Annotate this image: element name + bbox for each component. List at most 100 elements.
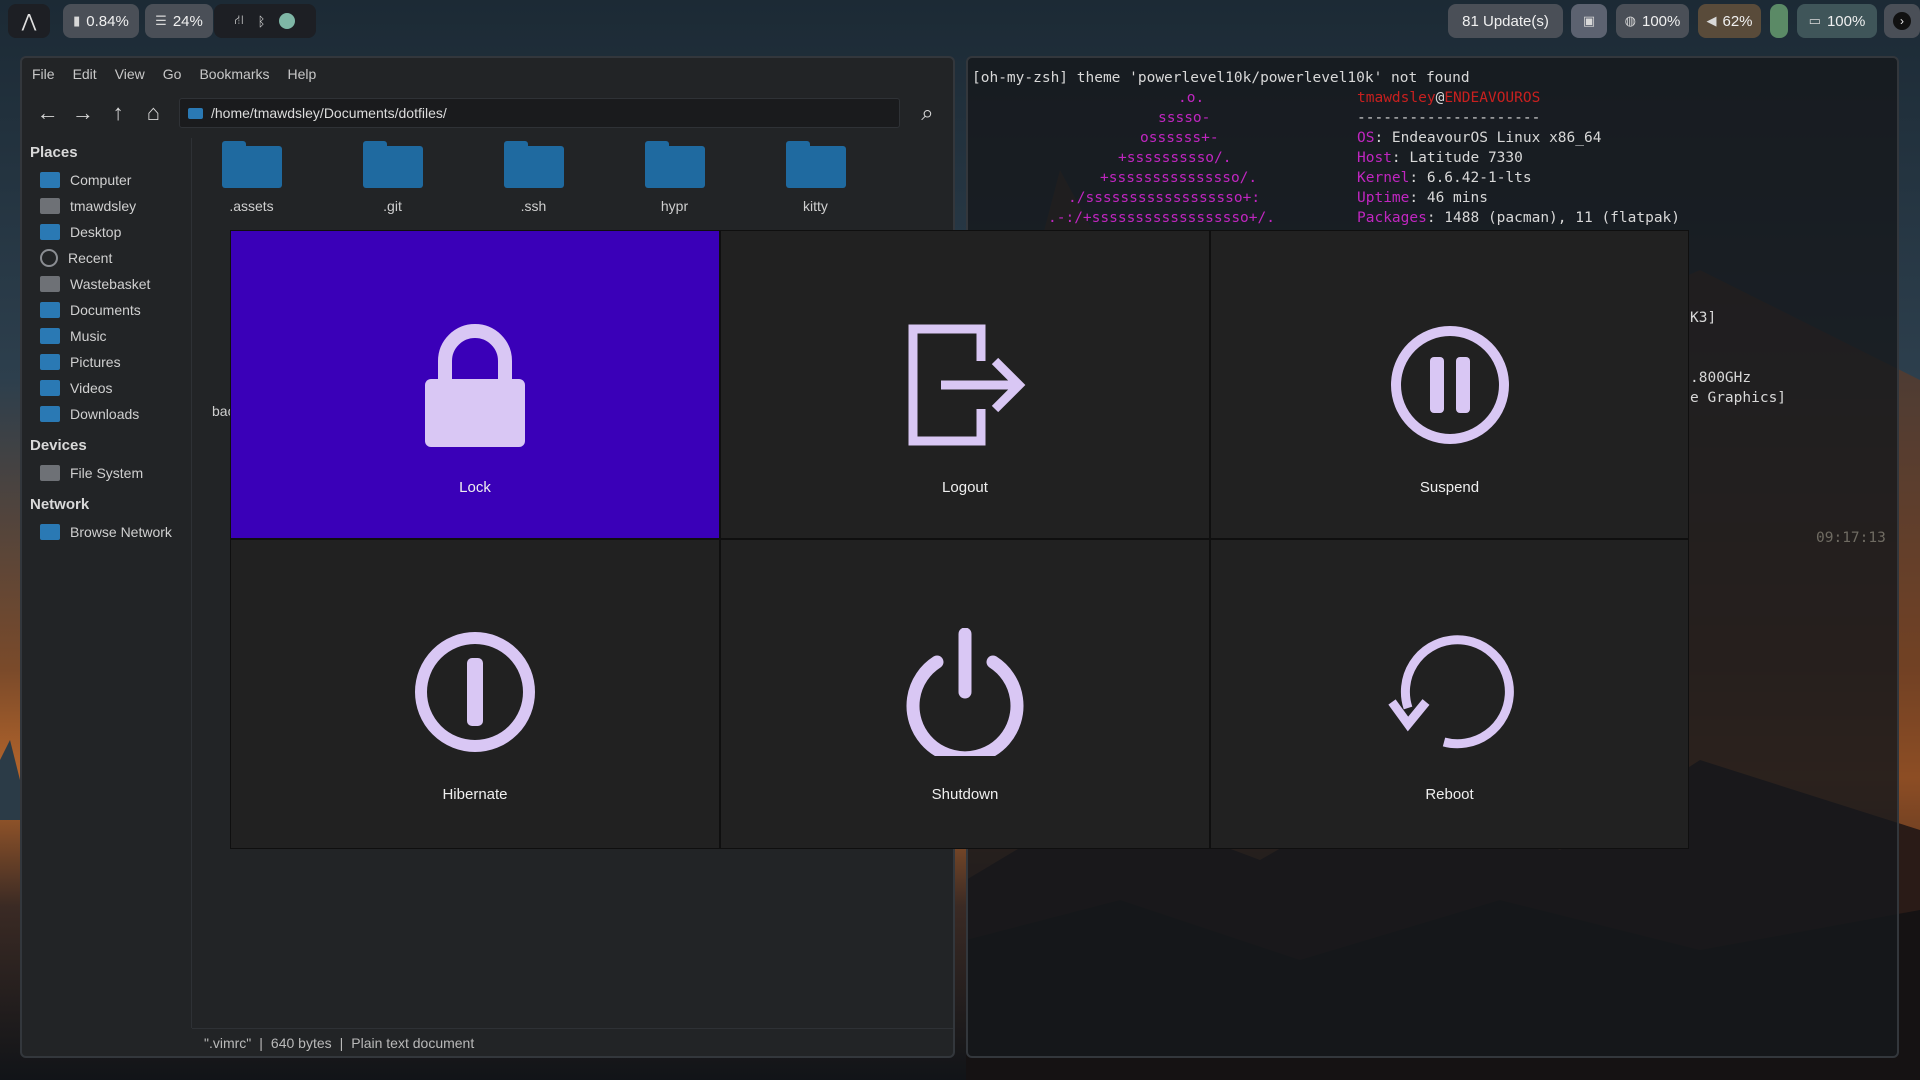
app-tray-icon[interactable] <box>279 13 296 29</box>
option-label: Reboot <box>1425 786 1474 803</box>
sidebar-item-music[interactable]: Music <box>22 323 191 349</box>
fetch-value: : 1488 (pacman), 11 (flatpak) <box>1426 210 1681 226</box>
sidebar-item-label: Recent <box>68 250 113 266</box>
status-separator: | <box>259 1034 263 1051</box>
pictures-folder-icon <box>40 354 60 370</box>
launcher-button[interactable]: ⋀ <box>8 4 50 38</box>
folder-icon <box>362 141 423 188</box>
battery-value: 100% <box>1826 12 1866 30</box>
forward-button[interactable]: → <box>65 96 100 130</box>
logo-line: sssso- <box>1158 110 1211 126</box>
logout-option[interactable]: Logout <box>720 230 1210 539</box>
fetch-kernel: Kernel: 6.6.42-1-lts <box>1357 170 1532 186</box>
clock-icon <box>40 249 58 267</box>
sidebar-item-documents[interactable]: Documents <box>22 297 191 323</box>
sidebar-item-label: Browse Network <box>70 524 172 540</box>
power-menu-button[interactable]: › <box>1884 4 1920 38</box>
updates-widget[interactable]: 81 Update(s) <box>1448 4 1563 38</box>
status-indicator[interactable] <box>1770 4 1788 38</box>
shutdown-option[interactable]: Shutdown <box>720 539 1210 849</box>
network-icon[interactable]: ⛙ <box>235 12 244 30</box>
fetch-host: Host: Latitude 7330 <box>1357 150 1523 166</box>
network-folder-icon <box>40 524 60 540</box>
fetch-value: : 46 mins <box>1409 190 1488 206</box>
file-item[interactable]: kitty <box>766 141 865 214</box>
menu-help[interactable]: Help <box>288 66 317 82</box>
cpu-widget[interactable]: ▮ 0.84% <box>63 4 139 38</box>
fetch-key: Uptime <box>1357 190 1410 206</box>
menu-go[interactable]: Go <box>163 66 182 82</box>
memory-value: 24% <box>172 12 203 30</box>
fetch-value: : EndeavourOS Linux x86_64 <box>1374 130 1602 146</box>
up-button[interactable]: ↑ <box>101 96 136 130</box>
fetch-uptime: Uptime: 46 mins <box>1357 190 1488 206</box>
menu-edit[interactable]: Edit <box>73 66 97 82</box>
volume-widget[interactable]: ◀ 62% <box>1698 4 1761 38</box>
section-network: Network <box>30 496 90 513</box>
updates-value: 81 Update(s) <box>1462 12 1549 30</box>
sidebar-item-wastebasket[interactable]: Wastebasket <box>22 271 191 297</box>
sidebar-item-label: Desktop <box>70 224 122 240</box>
location-bar[interactable]: /home/tmawdsley/Documents/dotfiles/ <box>179 98 900 128</box>
file-item[interactable]: .ssh <box>484 141 583 214</box>
option-label: Lock <box>459 479 491 496</box>
sidebar-item-desktop[interactable]: Desktop <box>22 219 191 245</box>
videos-folder-icon <box>40 380 60 396</box>
screenshot-widget[interactable]: ▣ <box>1571 4 1607 38</box>
hibernate-option[interactable]: Hibernate <box>230 539 720 849</box>
memory-widget[interactable]: ☰ 24% <box>145 4 213 38</box>
option-label: Shutdown <box>931 786 999 803</box>
sidebar-item-downloads[interactable]: Downloads <box>22 401 191 427</box>
sidebar-item-filesystem[interactable]: File System <box>22 460 191 486</box>
sidebar-item-pictures[interactable]: Pictures <box>22 349 191 375</box>
status-file-type: Plain text document <box>351 1034 475 1051</box>
computer-icon <box>40 172 60 188</box>
file-label: hypr <box>660 198 689 214</box>
speaker-icon: ◀ <box>1706 13 1717 28</box>
terminal-clock: 09:17:13 <box>1816 530 1886 546</box>
fetch-key: Packages <box>1357 210 1427 226</box>
suspend-option[interactable]: Suspend <box>1210 230 1689 539</box>
bluetooth-icon[interactable]: ᛒ <box>258 14 266 29</box>
file-item[interactable]: .git <box>343 141 442 214</box>
sidebar-item-home[interactable]: tmawdsley <box>22 193 191 219</box>
battery-icon: ▭ <box>1808 13 1821 28</box>
menu-view[interactable]: View <box>115 66 145 82</box>
arrow-right-icon: → <box>71 100 94 125</box>
home-button[interactable]: ⌂ <box>136 96 171 130</box>
sidebar-item-label: File System <box>70 465 144 481</box>
fetch-key: Host <box>1357 150 1392 166</box>
battery-widget[interactable]: ▭ 100% <box>1797 4 1877 38</box>
search-icon: ⌕ <box>921 100 934 125</box>
documents-folder-icon <box>40 302 60 318</box>
menu-bar: File Edit View Go Bookmarks Help <box>32 66 316 82</box>
file-item[interactable]: .assets <box>202 141 301 214</box>
top-bar: ⋀ ▮ 0.84% ☰ 24% ⛙ ᛒ 81 Update(s) ▣ ◍ 100… <box>8 4 1920 38</box>
menu-bookmarks[interactable]: Bookmarks <box>199 66 269 82</box>
search-button[interactable]: ⌕ <box>910 96 945 130</box>
arrow-left-icon: ← <box>36 100 59 125</box>
file-item[interactable]: hypr <box>625 141 724 214</box>
logo-line: ./ssssssssssssssssso+: <box>1068 190 1261 206</box>
brightness-widget[interactable]: ◍ 100% <box>1616 4 1689 38</box>
sidebar-item-computer[interactable]: Computer <box>22 167 191 193</box>
folder-icon <box>785 141 846 188</box>
fetch-os: OS: EndeavourOS Linux x86_64 <box>1357 130 1601 146</box>
chevron-right-icon: › <box>1893 12 1911 30</box>
sidebar-item-videos[interactable]: Videos <box>22 375 191 401</box>
fetch-packages: Packages: 1488 (pacman), 11 (flatpak) <box>1357 210 1680 226</box>
status-file-size: 640 bytes <box>270 1034 332 1051</box>
back-button[interactable]: ← <box>30 96 65 130</box>
logo-line: +sssssssssssssso/. <box>1100 170 1258 186</box>
menu-file[interactable]: File <box>32 66 55 82</box>
lock-option[interactable]: Lock <box>230 230 720 539</box>
sidebar-item-browse-network[interactable]: Browse Network <box>22 519 191 545</box>
logout-icon <box>908 324 1026 446</box>
reboot-option[interactable]: Reboot <box>1210 539 1689 849</box>
fetch-fragment: e Graphics] <box>1690 390 1787 406</box>
sidebar-item-recent[interactable]: Recent <box>22 245 191 271</box>
sidebar-item-label: Documents <box>70 302 141 318</box>
sidebar-item-label: Downloads <box>70 406 140 422</box>
memory-icon: ☰ <box>155 13 167 28</box>
sidebar-item-label: Pictures <box>70 354 121 370</box>
